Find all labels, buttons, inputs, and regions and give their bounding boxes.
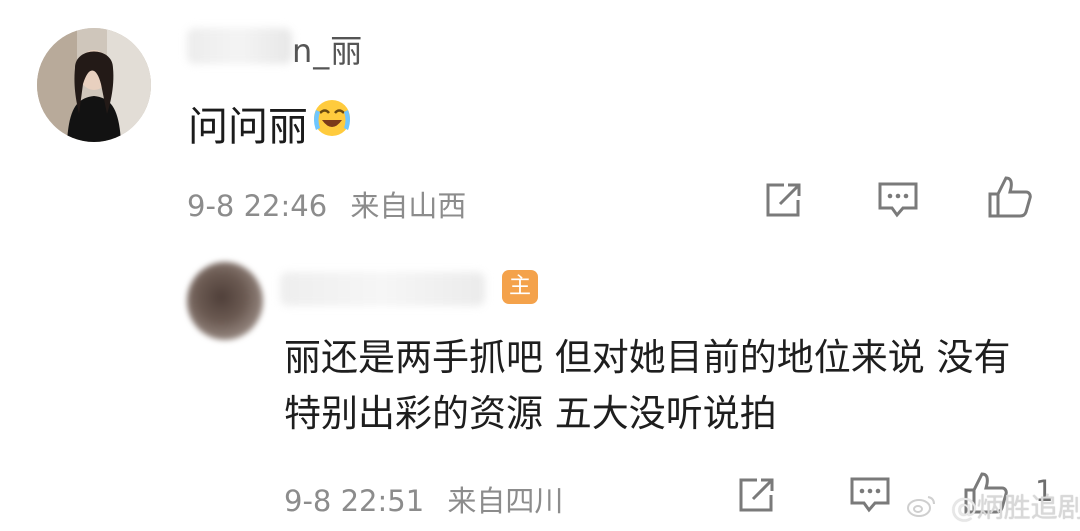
comment-time: 9-8 22:46 (187, 189, 328, 223)
share-icon[interactable] (762, 180, 804, 220)
laughing-crying-emoji-icon (310, 96, 354, 150)
reply-avatar[interactable] (187, 262, 263, 340)
comment-meta: 9-8 22:46 来自山西 (187, 183, 466, 225)
username-blurred (187, 28, 292, 64)
reply-text: 丽还是两手抓吧 但对她目前的地位来说 没有特别出彩的资源 五大没听说拍 (284, 336, 1011, 435)
reply-time: 9-8 22:51 (284, 484, 425, 518)
comment-icon[interactable] (876, 180, 920, 220)
weibo-logo-icon (906, 494, 936, 525)
like-icon[interactable] (986, 174, 1034, 220)
watermark: @炳胜追剧 (906, 486, 1080, 525)
reply-share-icon[interactable] (735, 475, 777, 515)
username[interactable]: n_丽 (292, 26, 363, 72)
commenter-avatar[interactable] (37, 28, 151, 142)
comment-text: 问问丽 (188, 104, 308, 150)
reply-comment-icon[interactable] (848, 475, 892, 515)
reply-username-blurred[interactable] (280, 272, 485, 306)
reply-location: 来自四川 (447, 484, 564, 518)
watermark-text: 炳胜追剧 (976, 493, 1080, 524)
comment-content: 问问丽 (188, 94, 354, 152)
comment-location: 来自山西 (350, 189, 467, 223)
reply-meta: 9-8 22:51 来自四川 (284, 478, 563, 520)
author-badge: 主 (502, 270, 538, 304)
